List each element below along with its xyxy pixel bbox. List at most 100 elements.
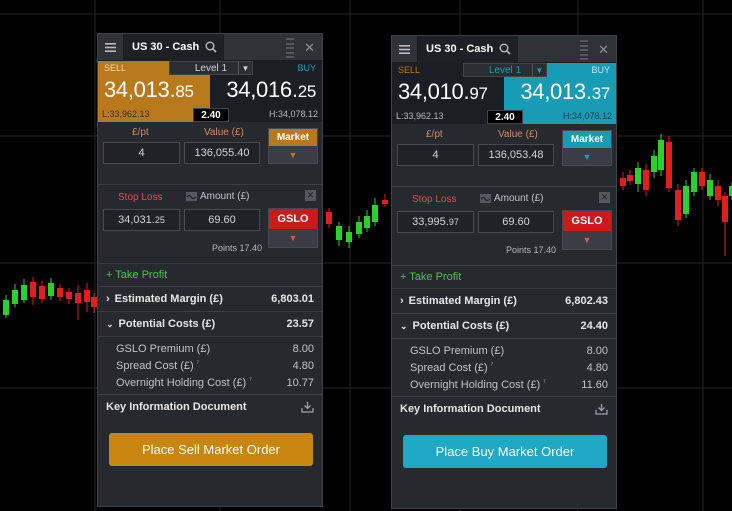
candle-body	[356, 222, 362, 234]
potential-costs-row[interactable]: ⌄ Potential Costs (£) 24.40	[392, 314, 616, 339]
per-point-label: £/pt	[426, 129, 443, 140]
take-profit-link[interactable]: + Take Profit	[400, 271, 461, 283]
drag-grip[interactable]	[580, 40, 588, 60]
level-dropdown[interactable]: Level 1 ▼	[169, 61, 253, 75]
take-profit-row[interactable]: + Take Profit	[98, 264, 322, 287]
download-icon[interactable]	[595, 403, 608, 415]
points-value: Points 17.40	[211, 243, 262, 253]
buy-deal-ticket: US 30 - Cash ✕ SELL 34,010.97 L:33,962.1…	[391, 35, 617, 509]
stop-loss-label[interactable]: Stop Loss	[412, 194, 456, 205]
gslo-button[interactable]: GSLO ▼	[268, 208, 318, 248]
wave-icon	[480, 194, 491, 203]
chevron-right-icon: ›	[400, 295, 404, 307]
wave-icon	[186, 192, 197, 201]
info-icon[interactable]: ⁷	[543, 379, 546, 386]
per-point-input[interactable]: 4	[397, 144, 474, 166]
costs-breakdown: GSLO Premium (£) 8.00 Spread Cost (£) ⁷ 4.8…	[98, 337, 322, 395]
sell-deal-ticket: US 30 - Cash ✕ SELL 34,013.85 L:33,962.1…	[97, 33, 323, 507]
sell-label: SELL	[104, 63, 127, 73]
remove-stop-close-icon[interactable]: ✕	[599, 192, 610, 203]
close-icon[interactable]: ✕	[304, 40, 315, 56]
estimated-margin-row[interactable]: › Estimated Margin (£) 6,802.43	[392, 289, 616, 314]
level-dropdown[interactable]: Level 1 ▼	[463, 63, 547, 77]
price-panel: SELL 34,013.85 L:33,962.13 BUY 34,016.25…	[98, 61, 322, 122]
day-low: L:33,962.13	[102, 109, 150, 119]
info-icon[interactable]: ⁷	[491, 362, 494, 369]
candle-body	[326, 212, 332, 224]
stop-loss-label[interactable]: Stop Loss	[118, 192, 162, 203]
stop-loss-section: Stop Loss Amount (£) ✕ 33,995. 97 69.60 G…	[392, 187, 616, 266]
holding-cost-value: 10.77	[286, 376, 314, 389]
candle-body	[691, 172, 697, 192]
candle-body	[658, 140, 664, 170]
amount-toggle[interactable]: Amount (£)	[186, 191, 249, 202]
remove-stop-close-icon[interactable]: ✕	[305, 190, 316, 201]
chevron-right-icon: ›	[106, 293, 110, 305]
stop-price-input[interactable]: 33,995. 97	[397, 211, 474, 233]
potential-costs-value: 23.57	[286, 318, 314, 330]
search-icon[interactable]	[499, 43, 511, 55]
chevron-down-icon: ▼	[532, 64, 546, 76]
kid-row[interactable]: Key Information Document	[392, 397, 616, 421]
info-icon[interactable]: ⁷	[249, 377, 252, 384]
candle-body	[372, 205, 378, 222]
candle-body	[643, 170, 649, 190]
price-panel: SELL 34,010.97 L:33,962.13 BUY 34,013.37…	[392, 63, 616, 124]
value-label: Value (£)	[204, 127, 244, 138]
estimated-margin-row[interactable]: › Estimated Margin (£) 6,803.01	[98, 287, 322, 312]
value-input[interactable]: 136,053.48	[478, 144, 554, 166]
spread-cost-row: Spread Cost (£) ⁷ 4.80	[410, 359, 608, 376]
amount-toggle[interactable]: Amount (£)	[480, 193, 543, 204]
search-icon[interactable]	[205, 41, 217, 53]
close-icon[interactable]: ✕	[598, 42, 609, 58]
market-name: US 30 - Cash	[132, 41, 200, 53]
chevron-down-icon: ⌄	[106, 318, 114, 329]
order-type-button[interactable]: Market ▼	[268, 128, 318, 164]
stop-price-input[interactable]: 34,031. 25	[103, 209, 180, 231]
candle-body	[346, 232, 352, 242]
candle-body	[666, 142, 672, 188]
gslo-button[interactable]: GSLO ▼	[562, 210, 612, 250]
stop-amount-input[interactable]: 69.60	[184, 209, 260, 231]
candle-body	[66, 292, 72, 299]
kid-label[interactable]: Key Information Document	[400, 403, 595, 415]
buy-price: 34,016.25	[226, 77, 316, 102]
per-point-input[interactable]: 4	[103, 142, 180, 164]
menu-button[interactable]	[98, 34, 124, 60]
market-tab[interactable]: US 30 - Cash	[124, 33, 224, 61]
market-tab[interactable]: US 30 - Cash	[418, 35, 518, 63]
candles-middle	[326, 194, 388, 248]
download-icon[interactable]	[301, 401, 314, 413]
candle-body	[336, 226, 342, 240]
day-high: H:34,078.12	[562, 111, 612, 121]
value-input[interactable]: 136,055.40	[184, 142, 260, 164]
points-value: Points 17.40	[505, 245, 556, 255]
gslo-premium-label: GSLO Premium (£)	[410, 344, 505, 357]
potential-costs-label: Potential Costs (£)	[412, 320, 510, 332]
drag-grip[interactable]	[286, 38, 294, 58]
kid-row[interactable]: Key Information Document	[98, 395, 322, 419]
holding-cost-value: 11.60	[581, 378, 608, 391]
chevron-down-icon: ⌄	[400, 320, 408, 331]
take-profit-link[interactable]: + Take Profit	[106, 269, 167, 281]
place-buy-order-button[interactable]: Place Buy Market Order	[403, 435, 607, 468]
potential-costs-row[interactable]: ⌄ Potential Costs (£) 23.57	[98, 312, 322, 337]
candle-body	[12, 290, 18, 304]
ticket-titlebar: US 30 - Cash ✕	[98, 33, 322, 61]
kid-label[interactable]: Key Information Document	[106, 401, 301, 413]
take-profit-row[interactable]: + Take Profit	[392, 266, 616, 289]
info-icon[interactable]: ⁷	[197, 360, 200, 367]
stop-amount-input[interactable]: 69.60	[478, 211, 554, 233]
candles-right	[620, 134, 732, 256]
level-label: Level 1	[488, 64, 522, 76]
candle-body	[75, 293, 81, 303]
order-type-button[interactable]: Market ▼	[562, 130, 612, 166]
amount-label: Amount (£)	[200, 191, 250, 202]
candle-body	[675, 190, 681, 220]
level-label: Level 1	[194, 62, 228, 74]
holding-cost-label: Overnight Holding Cost (£)	[410, 378, 541, 391]
menu-button[interactable]	[392, 36, 418, 62]
gslo-premium-row: GSLO Premium (£) 8.00	[410, 342, 608, 359]
place-sell-order-button[interactable]: Place Sell Market Order	[109, 433, 313, 466]
spread-cost-label: Spread Cost (£)	[116, 359, 194, 372]
